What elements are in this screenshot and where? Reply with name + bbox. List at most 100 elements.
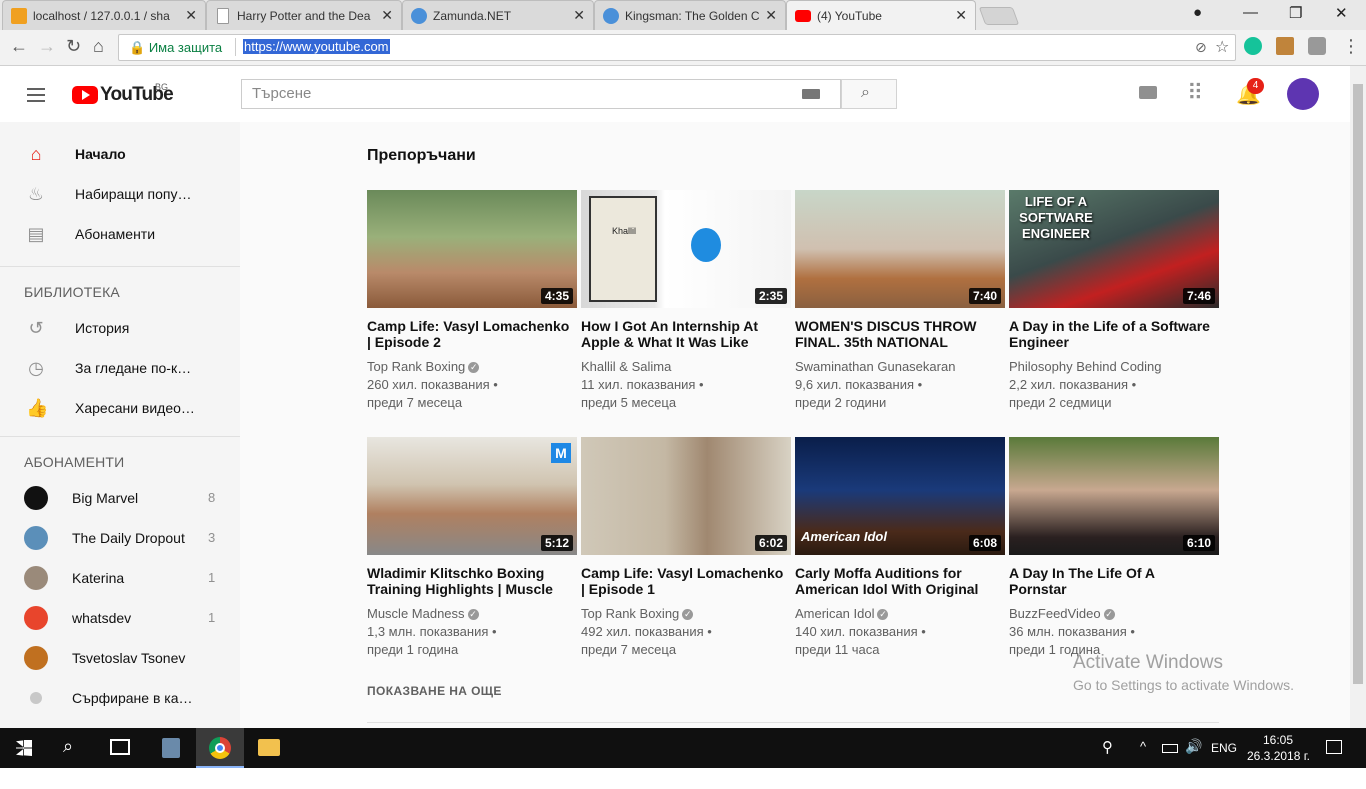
- keyboard-icon[interactable]: [802, 89, 820, 99]
- sidebar-item-subscriptions[interactable]: ▤ Абонаменти: [0, 214, 240, 254]
- file-explorer-icon[interactable]: [258, 739, 280, 756]
- video-camera-icon[interactable]: [1139, 86, 1157, 99]
- channel-name[interactable]: BuzzFeedVideo: [1009, 606, 1101, 621]
- channel-line[interactable]: Top Rank Boxing ✓: [581, 605, 786, 623]
- chrome-taskbar-button[interactable]: [196, 728, 244, 768]
- back-button[interactable]: ←: [10, 36, 28, 57]
- search-icon[interactable]: ⌕: [63, 736, 73, 776]
- maximize-button[interactable]: ❐: [1289, 4, 1302, 22]
- reload-button[interactable]: ↻: [66, 36, 81, 57]
- channel-name[interactable]: Top Rank Boxing: [367, 359, 465, 374]
- video-title[interactable]: Wladimir Klitschko Boxing Training Highl…: [367, 565, 572, 597]
- video-title[interactable]: How I Got An Internship At Apple & What …: [581, 318, 786, 350]
- apps-grid-icon[interactable]: ⠿: [1187, 80, 1203, 106]
- secure-indicator[interactable]: 🔒 Има защита: [129, 40, 222, 56]
- video-title[interactable]: Carly Moffa Auditions for American Idol …: [795, 565, 1000, 597]
- video-thumbnail[interactable]: LIFE OF A SOFTWARE ENGINEER 7:46: [1009, 190, 1219, 308]
- minimize-button[interactable]: —: [1243, 4, 1258, 21]
- sidebar-item-liked-videos[interactable]: 👍 Харесани видео…: [0, 388, 240, 428]
- close-window-button[interactable]: ✕: [1335, 4, 1348, 22]
- phpmyadmin-icon: [11, 8, 27, 24]
- search-button[interactable]: ⌕: [841, 79, 897, 109]
- tab-localhost[interactable]: localhost / 127.0.0.1 / sha ✕: [2, 0, 206, 30]
- sidebar-item-label: Харесани видео…: [75, 400, 195, 416]
- sidebar-item-watch-later[interactable]: ◷ За гледане по-к…: [0, 348, 240, 388]
- home-button[interactable]: ⌂: [93, 36, 104, 57]
- sidebar-item-home[interactable]: ⌂ Начало: [0, 134, 240, 174]
- extension-shield-icon[interactable]: [1308, 37, 1326, 55]
- people-icon[interactable]: ⚲: [1102, 738, 1113, 778]
- video-thumbnail[interactable]: Khallil 2:35: [581, 190, 791, 308]
- divider: [0, 266, 240, 267]
- clock-date[interactable]: 26.3.2018 г.: [1247, 749, 1310, 789]
- tab-harry-potter[interactable]: Harry Potter and the Dea ✕: [206, 0, 402, 30]
- channel-name[interactable]: Swaminathan Gunasekaran: [795, 358, 1000, 376]
- close-icon[interactable]: ✕: [185, 7, 197, 24]
- sidebar-item-trending[interactable]: ♨ Набиращи попу…: [0, 174, 240, 214]
- menu-icon[interactable]: ⋮: [1342, 36, 1360, 57]
- subscription-item[interactable]: whatsdev 1: [0, 598, 240, 638]
- channel-line[interactable]: Top Rank Boxing ✓: [367, 358, 572, 376]
- scrollbar-thumb[interactable]: [1353, 84, 1363, 684]
- channel-name[interactable]: American Idol: [795, 606, 874, 621]
- show-more-button[interactable]: ПОКАЗВАНЕ НА ОЩЕ: [367, 684, 502, 698]
- hamburger-menu-icon[interactable]: [27, 88, 45, 106]
- new-tab-button[interactable]: [978, 7, 1020, 25]
- sidebar-item-history[interactable]: ↺ История: [0, 308, 240, 348]
- search-input[interactable]: Търсене: [241, 79, 841, 109]
- video-thumbnail[interactable]: 4:35: [367, 190, 577, 308]
- address-bar[interactable]: 🔒 Има защита https://www.youtube.com ⊘ ☆: [118, 34, 1236, 61]
- close-icon[interactable]: ✕: [765, 7, 777, 24]
- avatar[interactable]: [1287, 78, 1319, 110]
- subscription-item[interactable]: The Daily Dropout 3: [0, 518, 240, 558]
- chevron-up-icon[interactable]: ^: [1140, 739, 1146, 779]
- tab-kingsman[interactable]: Kingsman: The Golden C ✕: [594, 0, 786, 30]
- task-view-icon[interactable]: [110, 739, 130, 755]
- video-title[interactable]: A Day in the Life of a Software Engineer: [1009, 318, 1214, 350]
- forward-button[interactable]: →: [38, 36, 56, 57]
- channel-name[interactable]: Philosophy Behind Coding: [1009, 358, 1214, 376]
- channel-name[interactable]: Muscle Madness: [367, 606, 465, 621]
- app-icon[interactable]: [162, 738, 180, 758]
- video-title[interactable]: A Day In The Life Of A Pornstar: [1009, 565, 1214, 597]
- video-title[interactable]: Camp Life: Vasyl Lomachenko | Episode 2: [367, 318, 572, 350]
- scrollbar[interactable]: [1350, 66, 1366, 728]
- star-icon[interactable]: ☆: [1215, 37, 1229, 57]
- video-thumbnail[interactable]: 6:02: [581, 437, 791, 555]
- close-icon[interactable]: ✕: [573, 7, 585, 24]
- channel-line[interactable]: American Idol ✓: [795, 605, 1000, 623]
- extension-icon[interactable]: [1276, 37, 1294, 55]
- thumb-text: Khallil: [612, 226, 637, 236]
- volume-icon[interactable]: 🔊: [1185, 738, 1202, 778]
- grammarly-icon[interactable]: [1244, 37, 1262, 55]
- tab-zamunda[interactable]: Zamunda.NET ✕: [402, 0, 594, 30]
- url-text[interactable]: https://www.youtube.com: [243, 39, 390, 54]
- channel-name[interactable]: Khallil & Salima: [581, 358, 786, 376]
- subscription-item[interactable]: Big Marvel 8: [0, 478, 240, 518]
- start-icon[interactable]: [16, 740, 32, 756]
- tab-youtube[interactable]: (4) YouTube ✕: [786, 0, 976, 30]
- profile-icon[interactable]: ●: [1193, 4, 1202, 21]
- duration-badge: 7:40: [968, 288, 1001, 304]
- camera-blocked-icon[interactable]: ⊘: [1195, 39, 1207, 56]
- video-title[interactable]: WOMEN'S DISCUS THROW FINAL. 35th NATIONA…: [795, 318, 1000, 350]
- subscription-item[interactable]: Katerina 1: [0, 558, 240, 598]
- subscription-item[interactable]: Сърфиране в ка…: [0, 678, 240, 718]
- close-icon[interactable]: ✕: [955, 7, 967, 24]
- sidebar-item-label: Набиращи попу…: [75, 186, 192, 202]
- battery-icon[interactable]: [1162, 744, 1178, 753]
- video-thumbnail[interactable]: American Idol 6:08: [795, 437, 1005, 555]
- video-thumbnail[interactable]: 6:10: [1009, 437, 1219, 555]
- video-thumbnail[interactable]: 7:40: [795, 190, 1005, 308]
- channel-name[interactable]: Top Rank Boxing: [581, 606, 679, 621]
- input-language[interactable]: ENG: [1211, 741, 1237, 781]
- close-icon[interactable]: ✕: [381, 7, 393, 24]
- subscription-item[interactable]: Tsvetoslav Tsonev: [0, 638, 240, 678]
- upload-age: преди 7 месеца: [581, 642, 677, 657]
- channel-line[interactable]: Muscle Madness ✓: [367, 605, 572, 623]
- video-thumbnail[interactable]: M 5:12: [367, 437, 577, 555]
- chrome-icon-center: [215, 743, 225, 753]
- video-title[interactable]: Camp Life: Vasyl Lomachenko | Episode 1: [581, 565, 786, 597]
- action-center-icon[interactable]: [1326, 740, 1342, 754]
- channel-line[interactable]: BuzzFeedVideo ✓: [1009, 605, 1214, 623]
